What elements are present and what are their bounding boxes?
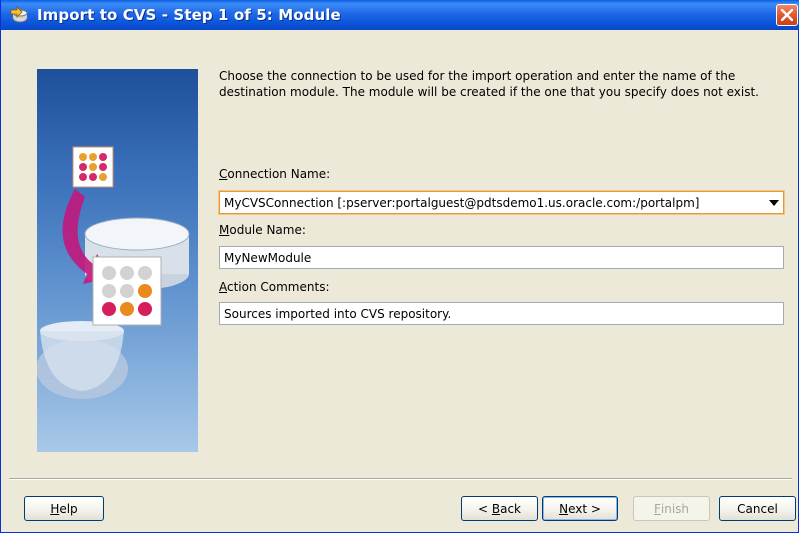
cancel-button[interactable]: Cancel: [719, 496, 796, 521]
module-name-label: Module Name:: [219, 223, 306, 237]
wizard-illustration: [37, 69, 198, 452]
connection-name-value: MyCVSConnection [:pserver:portalguest@pd…: [224, 195, 700, 210]
connection-name-label: Connection Name:: [219, 167, 331, 181]
module-name-input[interactable]: MyNewModule: [219, 246, 784, 269]
connection-name-select[interactable]: MyCVSConnection [:pserver:portalguest@pd…: [218, 190, 785, 215]
cvs-import-icon: [9, 5, 29, 25]
window-title: Import to CVS - Step 1 of 5: Module: [37, 6, 341, 24]
help-button[interactable]: Help: [24, 496, 104, 521]
instructions-text: Choose the connection to be used for the…: [219, 69, 759, 99]
button-separator: [9, 478, 792, 480]
close-button[interactable]: [776, 4, 798, 26]
finish-button[interactable]: Finish: [633, 496, 710, 521]
import-dialog: Import to CVS - Step 1 of 5: Module Choo…: [0, 0, 799, 533]
next-button[interactable]: Next >: [542, 496, 618, 521]
chevron-down-icon[interactable]: [765, 192, 783, 213]
action-comments-input[interactable]: Sources imported into CVS repository.: [219, 302, 784, 325]
title-bar[interactable]: Import to CVS - Step 1 of 5: Module: [1, 0, 799, 30]
back-button[interactable]: < Back: [461, 496, 538, 521]
action-comments-label: Action Comments:: [219, 280, 330, 294]
close-icon: [781, 9, 793, 21]
